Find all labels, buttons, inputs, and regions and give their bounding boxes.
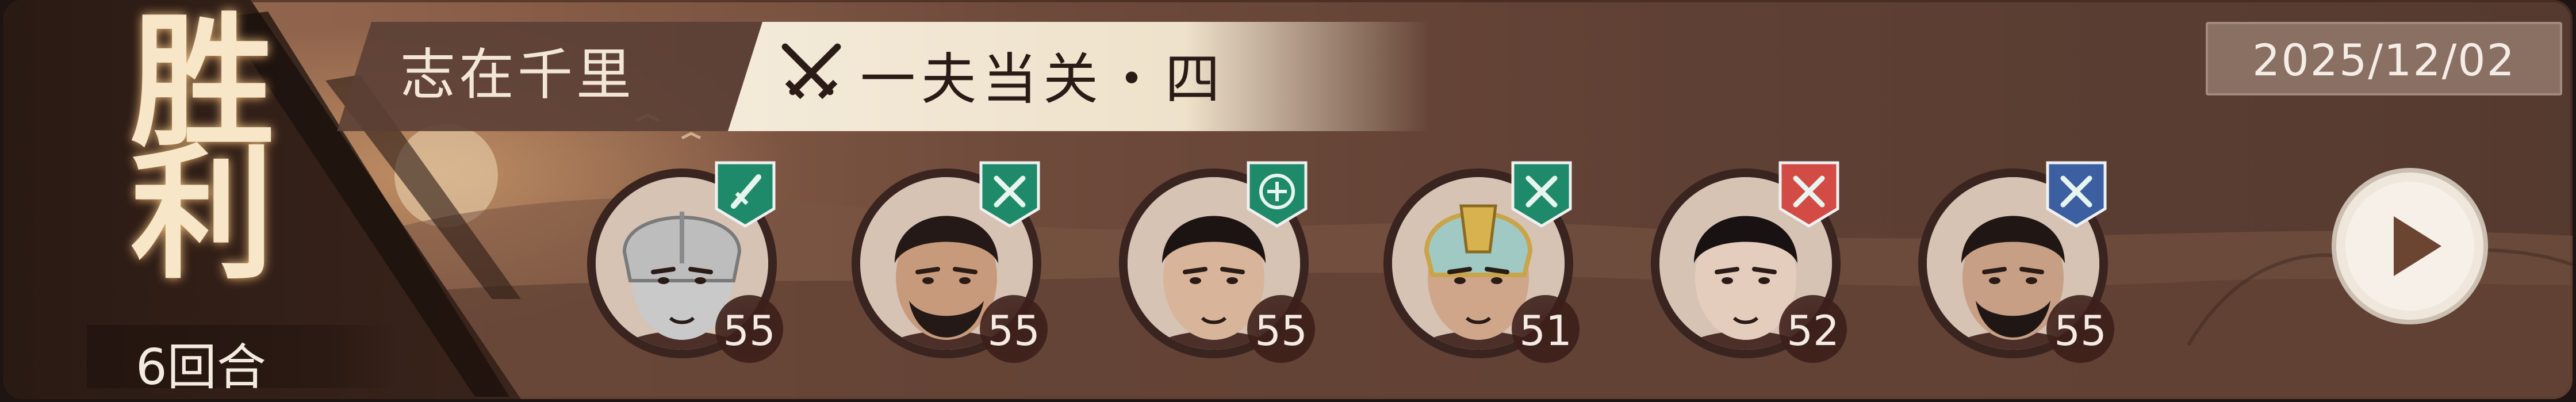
hero-slot[interactable]: 55 [584,161,783,363]
crossed-swords-icon [781,43,841,99]
hero-slot[interactable]: 52 [1648,161,1847,363]
stage-subtitle: 一夫当关・四 [860,47,1226,112]
sword-icon [715,161,776,228]
crossed-swords-icon [1511,161,1572,228]
battle-record-card[interactable]: 胜利 6回合 志在千里 一夫当关・四 2025/12/02 55 55 55 51 52… [3,0,2573,399]
date-badge: 2025/12/02 [2206,22,2562,95]
hero-level: 55 [2054,307,2107,355]
hero-slot[interactable]: 51 [1381,161,1580,363]
battle-date: 2025/12/02 [2252,35,2516,86]
rounds-count: 6回合 [136,339,266,396]
hero-level: 55 [1255,307,1308,355]
crossed-swords-icon [979,161,1040,228]
hero-level: 51 [1519,307,1572,355]
hero-level: 55 [723,307,776,355]
shield-plus-icon [1247,161,1308,228]
hero-level: 55 [987,307,1040,355]
replay-play-button[interactable] [2329,166,2490,327]
hero-slot[interactable]: 55 [1915,161,2114,363]
victory-title: 胜利 [106,6,275,270]
hero-level: 52 [1787,307,1839,355]
hero-slot[interactable]: 55 [1116,161,1315,363]
stage-title: 志在千里 [400,43,635,107]
crossed-swords-icon [1778,161,1839,228]
hero-slot[interactable]: 55 [849,161,1048,363]
crossed-swords-icon [2046,161,2107,228]
